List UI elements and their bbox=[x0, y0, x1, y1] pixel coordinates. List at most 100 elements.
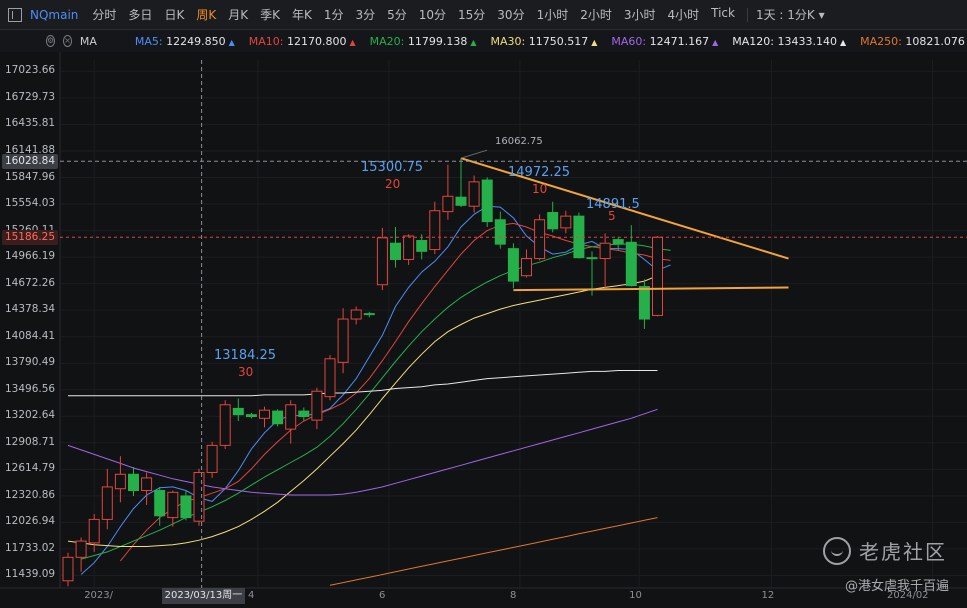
settings-icon[interactable]: ⚙ bbox=[46, 35, 56, 47]
price-tick-label: 15847.96 bbox=[5, 170, 56, 183]
price-tick-label: 13202.64 bbox=[5, 409, 56, 422]
price-tick-label: 11733.02 bbox=[5, 541, 56, 554]
candle-body bbox=[350, 309, 362, 320]
time-tick-label: 6 bbox=[378, 590, 386, 601]
ma-trend-icon: ▲ bbox=[839, 37, 847, 47]
price-tick-label: 12614.79 bbox=[5, 462, 56, 475]
close-icon[interactable]: × bbox=[63, 35, 72, 47]
candle-body bbox=[193, 471, 205, 522]
candle-body bbox=[75, 540, 87, 558]
price-tick-label: 16729.73 bbox=[5, 90, 56, 103]
ma-trend-icon: ▲ bbox=[591, 37, 598, 47]
candle-body bbox=[141, 477, 153, 492]
candle-body bbox=[62, 556, 74, 582]
candle-body bbox=[272, 410, 284, 425]
candle-body bbox=[128, 473, 139, 492]
candle-body bbox=[481, 179, 493, 223]
candle-body bbox=[625, 241, 637, 287]
count-annotation: 20 bbox=[385, 177, 401, 191]
timeframe-tab[interactable]: 1分 bbox=[324, 6, 344, 23]
price-annotation: 13184.25 bbox=[214, 348, 277, 363]
ma-legend-ma5: MA5: 12249.850 ▲ bbox=[134, 34, 235, 48]
time-tick-label: 4 bbox=[247, 590, 255, 601]
price-tick-label: 14084.41 bbox=[5, 329, 56, 342]
candle-body bbox=[429, 210, 441, 251]
candlestick-chart[interactable] bbox=[0, 52, 967, 608]
timeframe-tab[interactable]: 1小时 bbox=[537, 6, 569, 23]
candle-body bbox=[232, 407, 244, 416]
watermark: 老虎社区 bbox=[823, 536, 947, 565]
timeframe-toolbar: NQmain 分时 多日 日K 周K 月K 季K 年K 1分 3分 5分 10分 15分 30分 1小时 2… bbox=[0, 0, 967, 30]
candle-body bbox=[245, 414, 257, 418]
candle-body bbox=[180, 495, 192, 519]
symbol-list-icon[interactable] bbox=[8, 7, 22, 22]
candle-body bbox=[88, 518, 100, 544]
candle-body bbox=[390, 242, 401, 260]
candle-body bbox=[311, 390, 323, 421]
ma-legend-ma20: MA20: 11799.138 ▲ bbox=[369, 34, 477, 48]
price-axis: 17023.66 16729.73 16435.81 16141.88 15847.96… bbox=[0, 52, 60, 588]
timeframe-tab[interactable]: 周K bbox=[196, 6, 216, 23]
candle-body bbox=[507, 248, 519, 282]
price-tick-label: 13496.56 bbox=[5, 382, 56, 395]
timeframe-tab[interactable]: 4小时 bbox=[668, 6, 700, 23]
price-tick-label: 12908.71 bbox=[5, 435, 56, 448]
indicator-bar: ⚙ × MA MA5: 12249.850 ▲ MA10: 12170.800 ▲ MA… bbox=[0, 30, 967, 52]
price-tick-label: 14672.26 bbox=[5, 276, 56, 289]
ma-legend-ma60: MA60: 12471.167 ▲ bbox=[611, 34, 719, 48]
tiger-logo-icon bbox=[823, 536, 851, 565]
candle-body bbox=[599, 242, 611, 260]
chart-background bbox=[0, 52, 967, 608]
ma-legend-ma120: MA120: 13433.140 ▲ bbox=[732, 34, 847, 48]
timeframe-tab[interactable]: 30分 bbox=[497, 6, 524, 23]
last-price-badge: 15186.25 bbox=[2, 229, 58, 245]
timeframe-tab[interactable]: Tick bbox=[711, 6, 735, 23]
price-tick-label: 14966.19 bbox=[5, 250, 56, 263]
interval-dropdown[interactable]: 1天 : 1分K ▾ bbox=[756, 6, 825, 23]
timeframe-tab[interactable]: 年K bbox=[292, 6, 312, 23]
price-tick-label: 14378.34 bbox=[5, 303, 56, 316]
watermark-brand: 老虎社区 bbox=[859, 540, 947, 564]
price-annotation: 15300.75 bbox=[361, 160, 424, 175]
timeframe-tab[interactable]: 15分 bbox=[458, 6, 485, 23]
timeframe-tab[interactable]: 季K bbox=[260, 6, 280, 23]
indicator-label[interactable]: MA bbox=[80, 35, 97, 48]
timeframe-tab[interactable]: 多日 bbox=[128, 6, 152, 23]
count-annotation: 5 bbox=[608, 209, 616, 223]
candle-body bbox=[259, 409, 270, 419]
price-tick-label: 12026.94 bbox=[5, 515, 56, 528]
ma-trend-icon: ▲ bbox=[349, 37, 356, 47]
price-tick-label: 16435.81 bbox=[5, 117, 56, 130]
timeframe-tab[interactable]: 3分 bbox=[355, 6, 375, 23]
candle-body bbox=[298, 410, 310, 418]
timeframe-tab[interactable]: 2小时 bbox=[580, 6, 612, 23]
time-tick-label: 2023/ bbox=[84, 590, 114, 601]
time-tick-label: 8 bbox=[509, 590, 517, 601]
timeframe-tab[interactable]: 3小时 bbox=[624, 6, 656, 23]
candle-body bbox=[547, 212, 559, 230]
ma-legend-ma10: MA10: 12170.800 ▲ bbox=[248, 34, 356, 48]
time-axis: 2023/4 6 8 10 12 2024/02 2023/03/13周一 bbox=[60, 588, 967, 608]
time-tick-label: 12 bbox=[761, 590, 775, 601]
ma-trend-icon: ▲ bbox=[228, 37, 235, 47]
price-annotation: 14972.25 bbox=[508, 165, 571, 180]
timeframe-tab[interactable]: 月K bbox=[228, 6, 248, 23]
ma-trend-icon: ▲ bbox=[470, 37, 477, 47]
timeframe-tabs: 分时 多日 日K 周K 月K 季K 年K 1分 3分 5分 10分 15分 30分 1小时 2小时 3小时 4小… bbox=[92, 6, 747, 23]
timeframe-tab[interactable]: 日K bbox=[164, 6, 184, 23]
timeframe-tab[interactable]: 10分 bbox=[419, 6, 446, 23]
candle-body bbox=[363, 313, 375, 316]
crosshair-date-label: 2023/03/13周一 bbox=[161, 588, 246, 604]
symbol-label[interactable]: NQmain bbox=[30, 8, 78, 22]
candle-body bbox=[560, 215, 572, 229]
timeframe-tab[interactable]: 分时 bbox=[92, 6, 116, 23]
candle-body bbox=[442, 195, 454, 213]
candle-body bbox=[494, 219, 506, 245]
candle-body bbox=[376, 237, 388, 286]
ma-legend-ma250: MA250: 10821.076▲ bbox=[860, 34, 965, 48]
watermark-author: @港女虐我千百遍 bbox=[844, 579, 949, 594]
candle-body bbox=[206, 444, 218, 473]
candle-body bbox=[324, 358, 336, 398]
price-tick-label: 11439.09 bbox=[5, 568, 56, 581]
timeframe-tab[interactable]: 5分 bbox=[387, 6, 407, 23]
